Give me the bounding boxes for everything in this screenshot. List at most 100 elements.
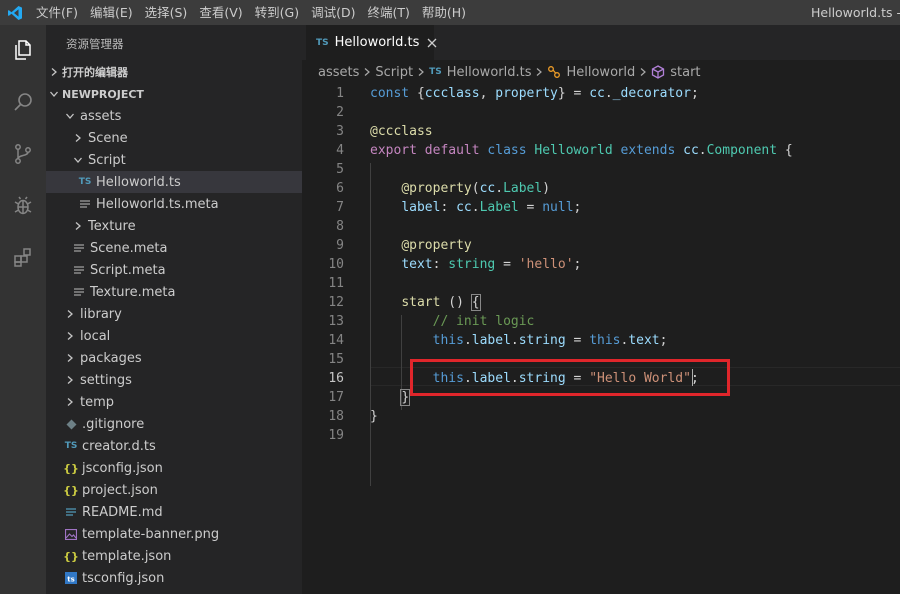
tree-item-label: tsconfig.json bbox=[82, 570, 165, 586]
chevron-right-icon bbox=[534, 67, 544, 77]
tree-folder[interactable]: packages bbox=[46, 347, 302, 369]
meta-file-icon bbox=[76, 193, 94, 215]
menu-file[interactable]: 文件(F) bbox=[30, 0, 84, 25]
breadcrumb-folder-assets[interactable]: assets bbox=[318, 65, 359, 80]
tree-item-label: README.md bbox=[82, 504, 163, 520]
tree-file[interactable]: README.md bbox=[46, 501, 302, 523]
tree-folder[interactable]: Scene bbox=[46, 127, 302, 149]
markdown-file-icon bbox=[62, 501, 80, 523]
chevron-down-icon bbox=[46, 83, 62, 105]
tree-file[interactable]: {} template.json bbox=[46, 545, 302, 567]
tree-file[interactable]: .gitignore bbox=[46, 413, 302, 435]
menu-view[interactable]: 查看(V) bbox=[193, 0, 248, 25]
breadcrumb-file[interactable]: Helloworld.ts bbox=[447, 65, 532, 80]
activity-bar bbox=[0, 25, 46, 594]
code-line-10: text: string = 'hello'; bbox=[401, 257, 582, 272]
source-control-icon[interactable] bbox=[0, 131, 46, 177]
line-number: 19 bbox=[302, 426, 900, 445]
breadcrumb-method[interactable]: start bbox=[670, 65, 700, 80]
search-icon[interactable] bbox=[0, 79, 46, 125]
menu-help[interactable]: 帮助(H) bbox=[416, 0, 472, 25]
tree-file[interactable]: {} jsconfig.json bbox=[46, 457, 302, 479]
project-section[interactable]: NEWPROJECT bbox=[46, 83, 302, 105]
tree-file[interactable]: ts tsconfig.json bbox=[46, 567, 302, 589]
window-title: Helloworld.ts - N bbox=[811, 5, 900, 20]
tree-file[interactable]: Texture.meta bbox=[46, 281, 302, 303]
line-number-label: 2 bbox=[336, 105, 344, 120]
breadcrumb-folder-script[interactable]: Script bbox=[375, 65, 413, 80]
chevron-right-icon bbox=[362, 67, 372, 77]
open-editors-section[interactable]: 打开的编辑器 bbox=[46, 61, 302, 83]
debug-icon[interactable] bbox=[0, 183, 46, 229]
code-line-12: start () { bbox=[401, 294, 481, 311]
code-line-13: // init logic bbox=[432, 314, 535, 329]
svg-text:ts: ts bbox=[67, 576, 75, 584]
project-label: NEWPROJECT bbox=[62, 87, 144, 101]
tree-item-label: local bbox=[80, 328, 111, 344]
tree-file[interactable]: {} project.json bbox=[46, 479, 302, 501]
line-number: 5 bbox=[302, 160, 900, 179]
chevron-down-icon bbox=[70, 149, 86, 171]
tree-item-label: Scene bbox=[88, 130, 128, 146]
code-line-9: @property bbox=[401, 238, 472, 253]
tree-file[interactable]: Scene.meta bbox=[46, 237, 302, 259]
breadcrumb-class[interactable]: Helloworld bbox=[566, 65, 635, 80]
tree-item-label: template.json bbox=[82, 548, 172, 564]
menu-selection[interactable]: 选择(S) bbox=[139, 0, 194, 25]
tree-item-label: settings bbox=[80, 372, 132, 388]
chevron-right-icon bbox=[62, 347, 78, 369]
tree-item-label: .gitignore bbox=[82, 416, 145, 432]
meta-file-icon bbox=[70, 259, 88, 281]
tab-bar: TS Helloworld.ts bbox=[302, 25, 900, 60]
close-icon[interactable] bbox=[427, 36, 437, 50]
explorer-icon[interactable] bbox=[0, 27, 46, 73]
tree-item-label: project.json bbox=[82, 482, 158, 498]
line-number: 2 bbox=[302, 103, 900, 122]
meta-file-icon bbox=[70, 281, 88, 303]
code-line-4: export default class Helloworld extends … bbox=[370, 143, 793, 158]
tree-folder[interactable]: Texture bbox=[46, 215, 302, 237]
tree-folder[interactable]: settings bbox=[46, 369, 302, 391]
open-editors-label: 打开的编辑器 bbox=[62, 66, 128, 79]
git-file-icon bbox=[62, 413, 80, 435]
line-number-label: 19 bbox=[328, 428, 344, 443]
chevron-right-icon bbox=[62, 391, 78, 413]
tree-folder[interactable]: local bbox=[46, 325, 302, 347]
explorer-sidebar: 资源管理器 打开的编辑器 NEWPROJECT assets Scene Scrip… bbox=[46, 25, 302, 594]
tab-label: Helloworld.ts bbox=[334, 35, 420, 50]
tree-file[interactable]: template-banner.png bbox=[46, 523, 302, 545]
annotation-highlight-box bbox=[410, 359, 730, 396]
menu-debug[interactable]: 调试(D) bbox=[305, 0, 361, 25]
chevron-down-icon bbox=[62, 105, 78, 127]
text-cursor bbox=[692, 369, 693, 386]
tree-folder[interactable]: Script bbox=[46, 149, 302, 171]
tree-file[interactable]: Script.meta bbox=[46, 259, 302, 281]
line-number: 11 bbox=[302, 274, 900, 293]
tree-folder[interactable]: temp bbox=[46, 391, 302, 413]
code-line-14: this.label.string = this.text; bbox=[432, 333, 668, 348]
ts-file-icon: TS bbox=[429, 67, 442, 77]
extensions-icon[interactable] bbox=[0, 235, 46, 281]
tab-helloworld-ts[interactable]: TS Helloworld.ts bbox=[306, 25, 437, 60]
tree-folder[interactable]: assets bbox=[46, 105, 302, 127]
method-symbol-icon bbox=[651, 65, 665, 79]
tree-file[interactable]: Helloworld.ts.meta bbox=[46, 193, 302, 215]
chevron-right-icon bbox=[62, 325, 78, 347]
line-number-label: 8 bbox=[336, 219, 344, 234]
tree-item-label: assets bbox=[80, 108, 122, 124]
code-editor[interactable]: 1 2 3 4 5 6 7 8 9 10 11 12 13 14 15 16 17 18 19 const {ccc… bbox=[302, 84, 900, 594]
tree-item-label: creator.d.ts bbox=[82, 438, 156, 454]
chevron-right-icon bbox=[70, 215, 86, 237]
menu-edit[interactable]: 编辑(E) bbox=[84, 0, 139, 25]
tree-file[interactable]: TS creator.d.ts bbox=[46, 435, 302, 457]
tree-folder[interactable]: library bbox=[46, 303, 302, 325]
line-number-label: 5 bbox=[336, 162, 344, 177]
code-line-7: label: cc.Label = null; bbox=[401, 200, 582, 215]
menu-go[interactable]: 转到(G) bbox=[249, 0, 305, 25]
breadcrumb: assets Script TS Helloworld.ts Helloworl… bbox=[302, 60, 900, 84]
menu-terminal[interactable]: 终端(T) bbox=[361, 0, 415, 25]
sidebar-title: 资源管理器 bbox=[66, 37, 124, 51]
tree-item-label: Script.meta bbox=[90, 262, 166, 278]
tree-file[interactable]: TS Helloworld.ts bbox=[46, 171, 302, 193]
tree-item-label: Texture bbox=[88, 218, 136, 234]
